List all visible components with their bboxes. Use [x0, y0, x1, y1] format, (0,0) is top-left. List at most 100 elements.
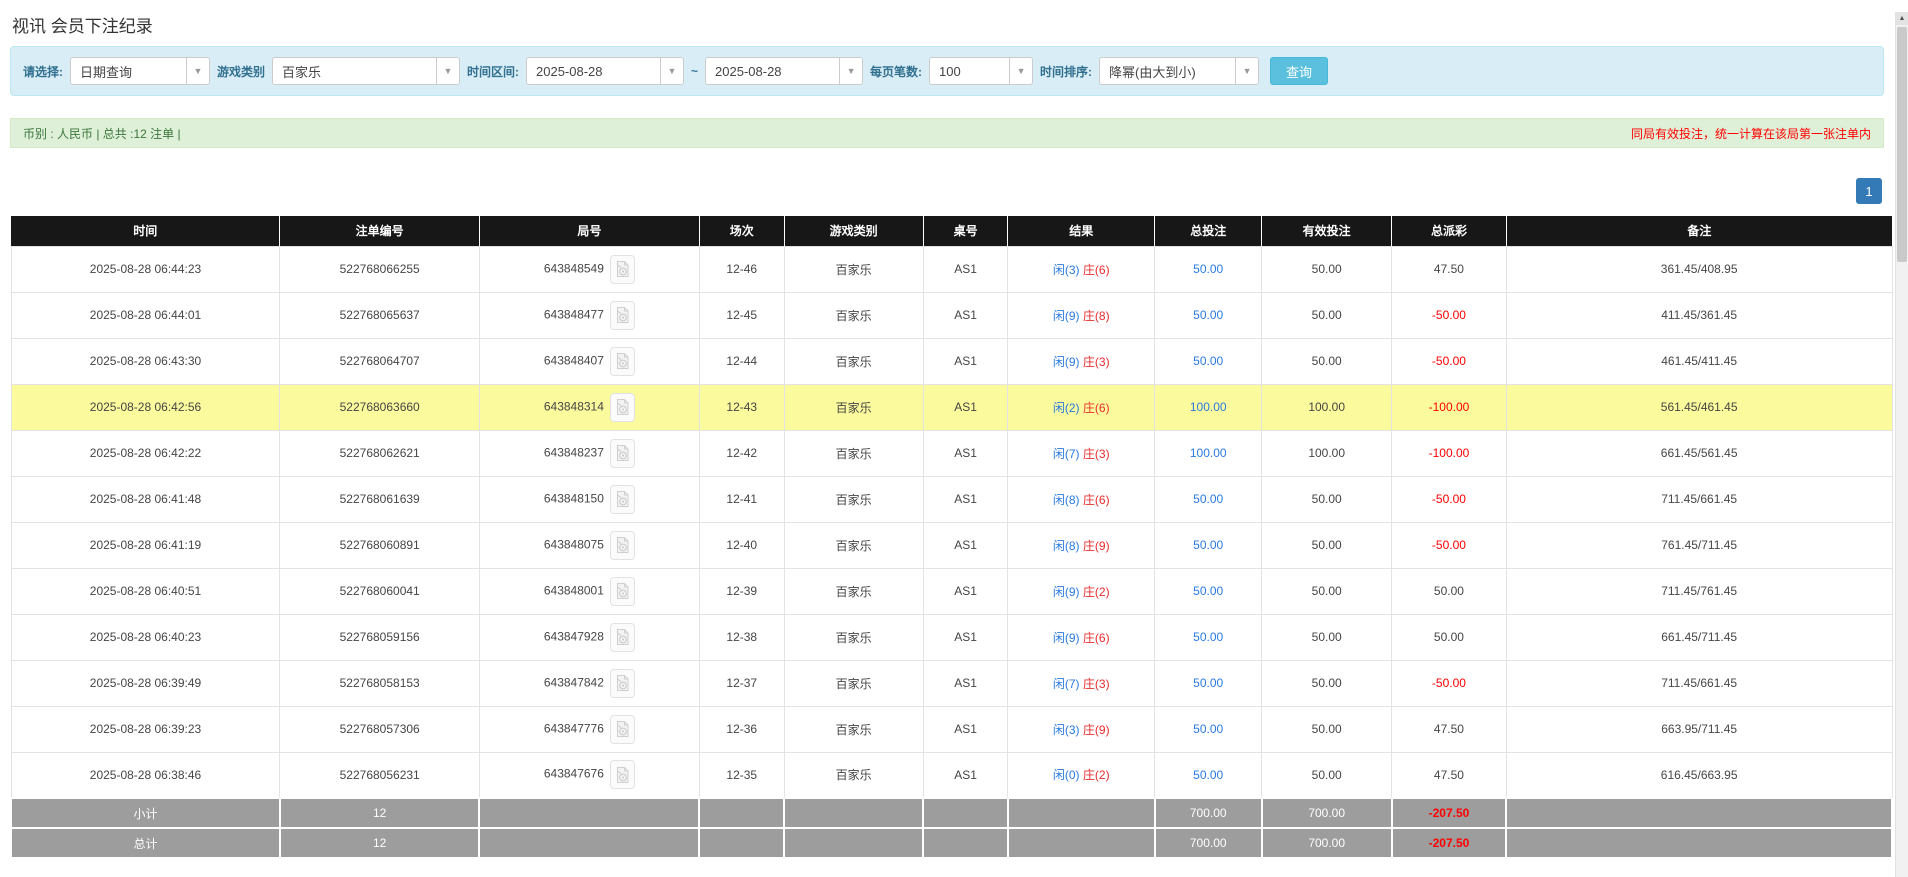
- search-button[interactable]: 查询: [1270, 57, 1328, 85]
- total-bet-cell[interactable]: 50.00: [1155, 568, 1262, 614]
- total-bet-cell[interactable]: 50.00: [1155, 476, 1262, 522]
- bet-id-cell: 522768063660: [280, 384, 479, 430]
- total-bet-cell[interactable]: 50.00: [1155, 292, 1262, 338]
- result-player: 闲(8): [1053, 539, 1080, 553]
- column-header: 有效投注: [1262, 216, 1392, 246]
- video-icon: [615, 536, 630, 554]
- session-cell: 12-39: [699, 568, 784, 614]
- footer-empty-cell: [479, 798, 699, 828]
- scrollbar-thumb[interactable]: [1897, 27, 1907, 262]
- result-banker: 庄(6): [1083, 263, 1110, 277]
- total-bet-cell[interactable]: 50.00: [1155, 246, 1262, 292]
- total-bet-cell[interactable]: 50.00: [1155, 522, 1262, 568]
- page-size-select[interactable]: 100 ▼: [929, 57, 1033, 85]
- round-cell: 643847676: [479, 752, 699, 798]
- table-row: 2025-08-28 06:42:22522768062621643848237…: [11, 430, 1892, 476]
- video-replay-button[interactable]: [610, 577, 635, 606]
- game-type-select[interactable]: 百家乐 ▼: [272, 57, 460, 85]
- video-replay-button[interactable]: [610, 760, 635, 789]
- sort-label: 时间排序:: [1040, 63, 1092, 80]
- video-replay-button[interactable]: [610, 715, 635, 744]
- subtotal-row: 小计12700.00700.00-207.50: [11, 798, 1892, 828]
- vertical-scrollbar[interactable]: ▲: [1895, 12, 1908, 877]
- round-cell: 643848477: [479, 292, 699, 338]
- result-player: 闲(7): [1053, 447, 1080, 461]
- result-banker: 庄(3): [1083, 355, 1110, 369]
- sort-select[interactable]: 降幂(由大到小) ▼: [1099, 57, 1259, 85]
- table-no-cell: AS1: [923, 614, 1008, 660]
- result-player: 闲(9): [1053, 355, 1080, 369]
- footer-empty-cell: [784, 798, 923, 828]
- round-cell: 643848314: [479, 384, 699, 430]
- total-bet-cell[interactable]: 50.00: [1155, 614, 1262, 660]
- video-replay-button[interactable]: [610, 439, 635, 468]
- bet-id-cell: 522768057306: [280, 706, 479, 752]
- result-banker: 庄(9): [1083, 539, 1110, 553]
- page-title: 视讯 会员下注纪录: [12, 12, 1908, 37]
- video-replay-button[interactable]: [610, 301, 635, 330]
- session-cell: 12-38: [699, 614, 784, 660]
- round-cell: 643847928: [479, 614, 699, 660]
- round-cell: 643848075: [479, 522, 699, 568]
- game-type-cell: 百家乐: [784, 568, 923, 614]
- table-row: 2025-08-28 06:39:49522768058153643847842…: [11, 660, 1892, 706]
- round-cell: 643847842: [479, 660, 699, 706]
- table-no-cell: AS1: [923, 752, 1008, 798]
- game-type-cell: 百家乐: [784, 384, 923, 430]
- video-replay-button[interactable]: [610, 531, 635, 560]
- note-cell: 411.45/361.45: [1506, 292, 1892, 338]
- video-icon: [615, 720, 630, 738]
- time-cell: 2025-08-28 06:40:51: [11, 568, 280, 614]
- total-bet-cell[interactable]: 50.00: [1155, 660, 1262, 706]
- payout-cell: 50.00: [1392, 568, 1507, 614]
- scroll-up-arrow-icon[interactable]: ▲: [1896, 12, 1908, 25]
- video-icon: [615, 444, 630, 462]
- payout-cell: -50.00: [1392, 522, 1507, 568]
- result-banker: 庄(6): [1083, 493, 1110, 507]
- video-icon: [615, 306, 630, 324]
- date-to-value: 2025-08-28: [706, 64, 839, 79]
- video-replay-button[interactable]: [610, 485, 635, 514]
- date-from-select[interactable]: 2025-08-28 ▼: [526, 57, 684, 85]
- result-cell: 闲(3) 庄(6): [1008, 246, 1155, 292]
- result-player: 闲(9): [1053, 309, 1080, 323]
- result-banker: 庄(2): [1083, 585, 1110, 599]
- bet-id-cell: 522768058153: [280, 660, 479, 706]
- session-cell: 12-35: [699, 752, 784, 798]
- table-row: 2025-08-28 06:43:30522768064707643848407…: [11, 338, 1892, 384]
- round-id: 643848075: [544, 537, 604, 551]
- game-type-cell: 百家乐: [784, 614, 923, 660]
- chevron-down-icon: ▼: [1009, 58, 1032, 84]
- note-cell: 663.95/711.45: [1506, 706, 1892, 752]
- pagination: 1: [10, 178, 1882, 204]
- footer-payout-cell: -207.50: [1392, 798, 1507, 828]
- video-replay-button[interactable]: [610, 623, 635, 652]
- result-banker: 庄(8): [1083, 309, 1110, 323]
- total-bet-cell[interactable]: 50.00: [1155, 338, 1262, 384]
- time-cell: 2025-08-28 06:44:01: [11, 292, 280, 338]
- column-header: 时间: [11, 216, 280, 246]
- video-replay-button[interactable]: [610, 669, 635, 698]
- game-type-cell: 百家乐: [784, 338, 923, 384]
- bet-id-cell: 522768064707: [280, 338, 479, 384]
- video-replay-button[interactable]: [610, 347, 635, 376]
- valid-bet-cell: 50.00: [1262, 338, 1392, 384]
- total-bet-cell[interactable]: 50.00: [1155, 706, 1262, 752]
- filter-bar: 请选择: 日期查询 ▼ 游戏类别 百家乐 ▼ 时间区间: 2025-08-28 …: [10, 46, 1884, 96]
- note-cell: 711.45/661.45: [1506, 660, 1892, 706]
- video-replay-button[interactable]: [610, 393, 635, 422]
- video-replay-button[interactable]: [610, 255, 635, 284]
- query-mode-select[interactable]: 日期查询 ▼: [70, 57, 210, 85]
- footer-total-bet-cell: 700.00: [1155, 798, 1262, 828]
- game-type-cell: 百家乐: [784, 430, 923, 476]
- video-icon: [615, 628, 630, 646]
- footer-empty-cell: [699, 798, 784, 828]
- date-to-select[interactable]: 2025-08-28 ▼: [705, 57, 863, 85]
- result-banker: 庄(6): [1083, 401, 1110, 415]
- table-no-cell: AS1: [923, 246, 1008, 292]
- total-bet-cell[interactable]: 100.00: [1155, 430, 1262, 476]
- total-bet-cell[interactable]: 100.00: [1155, 384, 1262, 430]
- time-cell: 2025-08-28 06:38:46: [11, 752, 280, 798]
- page-1-button[interactable]: 1: [1856, 178, 1882, 204]
- total-bet-cell[interactable]: 50.00: [1155, 752, 1262, 798]
